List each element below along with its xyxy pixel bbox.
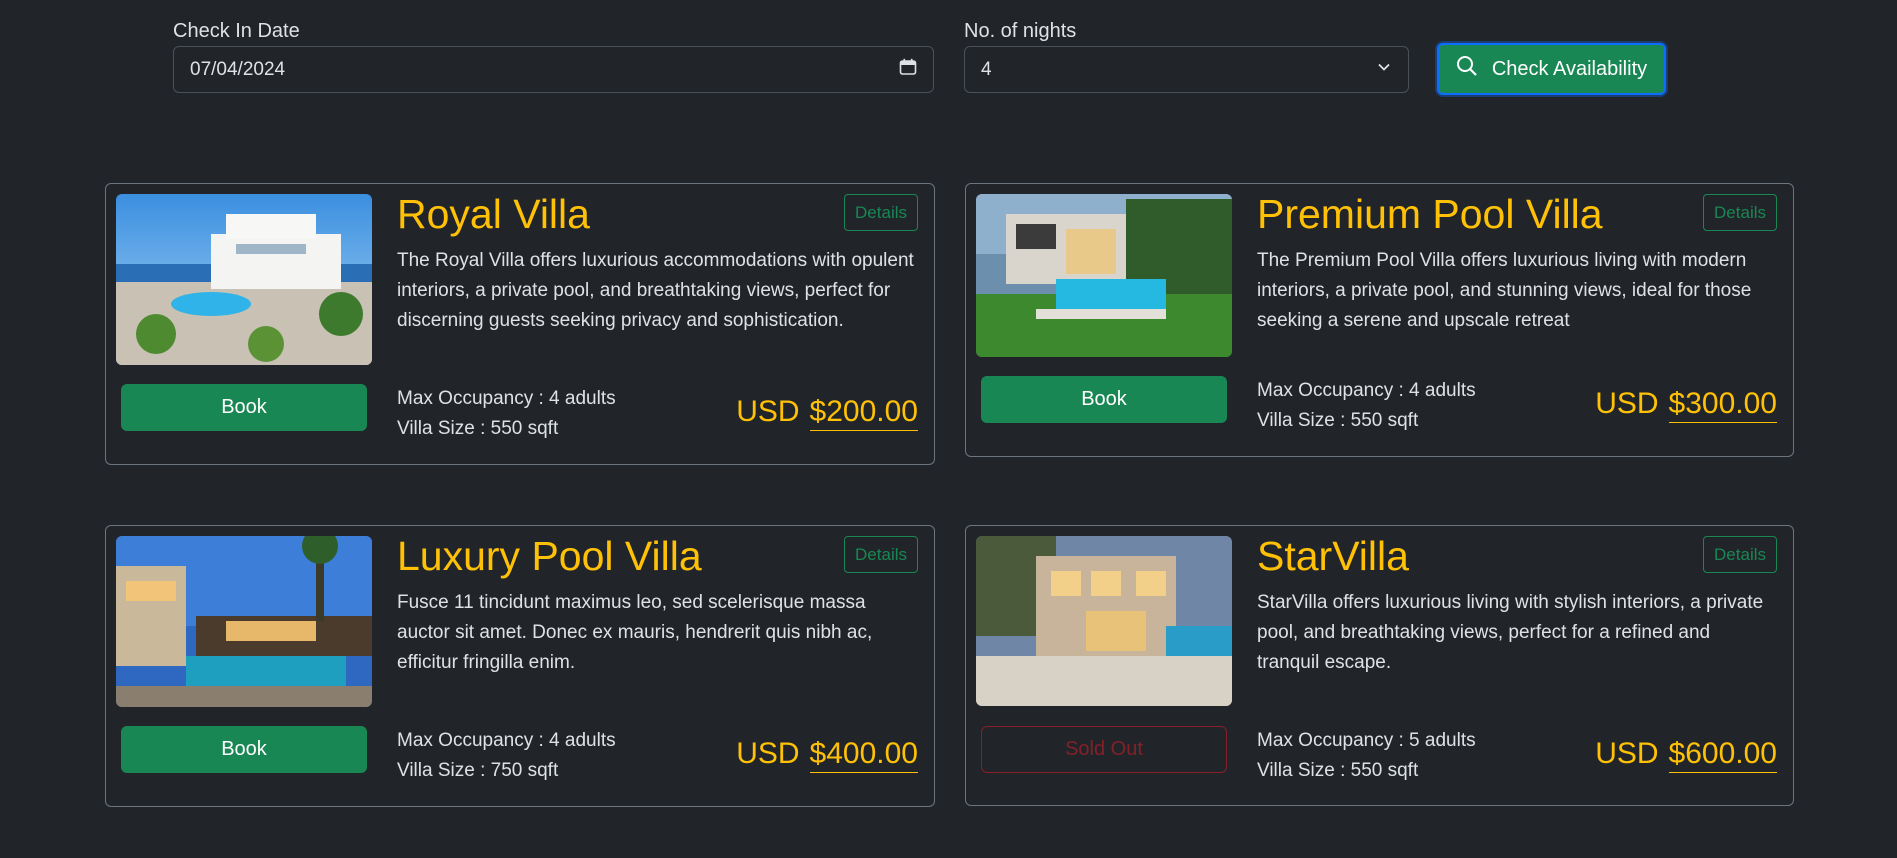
price-amount: $300.00 (1668, 386, 1777, 423)
villa-image (976, 194, 1232, 357)
villa-description: Fusce 11 tincidunt maximus leo, sed scel… (397, 592, 873, 673)
villa-name: Luxury Pool Villa (397, 533, 702, 579)
price-currency: USD (736, 737, 800, 770)
checkin-label: Check In Date (173, 20, 300, 42)
price-amount: $200.00 (809, 394, 918, 431)
calendar-icon[interactable] (899, 58, 917, 82)
sold-out-button: Sold Out (981, 726, 1227, 773)
villa-description: StarVilla offers luxurious living with s… (1257, 592, 1764, 673)
details-button[interactable]: Details (844, 194, 918, 231)
nights-label: No. of nights (964, 20, 1077, 42)
villa-occupancy: Max Occupancy : 4 adults (1257, 380, 1476, 401)
villa-card: Book Luxury Pool Villa Details Fusce 11 … (105, 525, 935, 807)
price-currency: USD (1595, 737, 1659, 770)
check-availability-label: Check Availability (1491, 57, 1648, 80)
villa-price: USD $200.00 (736, 394, 918, 431)
price-currency: USD (736, 395, 800, 428)
price-amount: $400.00 (809, 736, 918, 773)
villa-size: Villa Size : 550 sqft (1257, 760, 1419, 781)
details-button[interactable]: Details (844, 536, 918, 573)
nights-value: 4 (981, 58, 992, 80)
check-availability-button[interactable]: Check Availability (1437, 43, 1666, 95)
villa-image (976, 536, 1232, 706)
villa-name: StarVilla (1257, 533, 1409, 579)
villa-card: Book Premium Pool Villa Details The Prem… (965, 183, 1794, 457)
checkin-date-value: 07/04/2024 (190, 58, 286, 80)
price-amount: $600.00 (1668, 736, 1777, 773)
villa-size: Villa Size : 750 sqft (397, 760, 559, 781)
price-currency: USD (1595, 387, 1659, 420)
villa-description: The Premium Pool Villa offers luxurious … (1257, 250, 1752, 331)
villa-occupancy: Max Occupancy : 4 adults (397, 388, 616, 409)
checkin-date-input[interactable]: 07/04/2024 (173, 46, 934, 93)
villa-image (116, 536, 372, 707)
villa-name: Premium Pool Villa (1257, 191, 1603, 237)
villa-card: Sold Out StarVilla Details StarVilla off… (965, 525, 1794, 806)
details-button[interactable]: Details (1703, 536, 1777, 573)
villa-occupancy: Max Occupancy : 4 adults (397, 730, 616, 751)
villa-name: Royal Villa (397, 191, 590, 237)
villa-image (116, 194, 372, 365)
villa-size: Villa Size : 550 sqft (1257, 410, 1419, 431)
book-button[interactable]: Book (981, 376, 1227, 423)
nights-select[interactable]: 4 (964, 46, 1409, 93)
chevron-down-icon (1376, 59, 1392, 81)
villa-size: Villa Size : 550 sqft (397, 418, 559, 439)
villa-price: USD $400.00 (736, 736, 918, 773)
book-button[interactable]: Book (121, 384, 367, 431)
details-button[interactable]: Details (1703, 194, 1777, 231)
search-icon (1456, 55, 1478, 83)
villa-description: The Royal Villa offers luxurious accommo… (397, 250, 914, 331)
villa-price: USD $600.00 (1595, 736, 1777, 773)
villa-price: USD $300.00 (1595, 386, 1777, 423)
villa-card: Book Royal Villa Details The Royal Villa… (105, 183, 935, 465)
villa-occupancy: Max Occupancy : 5 adults (1257, 730, 1476, 751)
book-button[interactable]: Book (121, 726, 367, 773)
